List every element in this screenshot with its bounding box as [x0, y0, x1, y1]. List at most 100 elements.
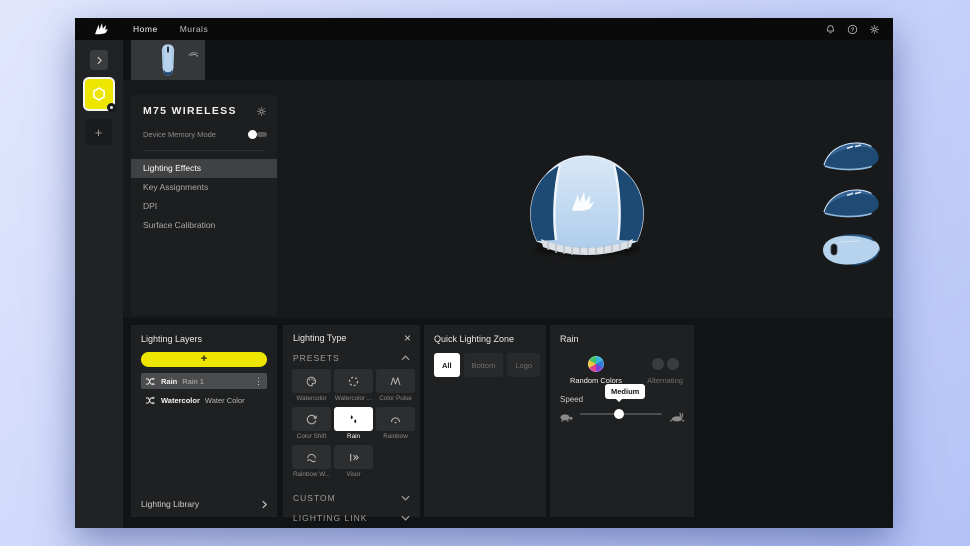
speed-value-tooltip: Medium — [605, 384, 645, 399]
view-thumbnail-1-mouse-side-view[interactable] — [821, 186, 881, 220]
preset-tile-rain[interactable] — [334, 407, 373, 431]
slider-track[interactable] — [580, 413, 662, 415]
device-settings-gear-icon[interactable] — [256, 106, 267, 117]
add-layer-button[interactable]: + — [141, 352, 267, 367]
speed-slider[interactable] — [558, 408, 686, 420]
device-card-m75[interactable] — [131, 40, 205, 80]
device-menu-item-key-assignments[interactable]: Key Assignments — [131, 178, 277, 197]
presets-label: PRESETS — [293, 353, 340, 363]
device-menu: Lighting EffectsKey AssignmentsDPISurfac… — [131, 159, 277, 235]
preset-cell-visor: Visor — [334, 445, 373, 483]
lighting-library-link[interactable]: Lighting Library — [141, 499, 267, 509]
corsair-logo-icon[interactable] — [94, 22, 110, 37]
preset-label: Rainbow W... — [292, 469, 331, 481]
close-icon[interactable]: × — [404, 333, 411, 343]
profile-status-badge — [107, 103, 116, 112]
quick-zone-title: Quick Lighting Zone — [424, 325, 546, 344]
zone-button-all[interactable]: All — [434, 353, 460, 377]
rain-color-options: Random Colors Alternating — [550, 356, 694, 385]
preset-tile-rainbow-w[interactable] — [292, 445, 331, 469]
preset-cell-rainbow-w: Rainbow W... — [292, 445, 331, 483]
topbar-actions: ? — [825, 18, 880, 40]
custom-label: CUSTOM — [293, 493, 336, 503]
preset-label: Watercolor ... — [334, 393, 373, 405]
lighting-type-panel: Lighting Type × PRESETS WatercolorWaterc… — [283, 325, 420, 517]
device-render-m75-rear[interactable] — [512, 148, 662, 264]
preset-cell-watercolor: Watercolor ... — [334, 369, 373, 407]
preset-tile-color-pulse[interactable] — [376, 369, 415, 393]
device-memory-mode-toggle[interactable] — [248, 130, 267, 139]
layer-name-label: Rain 1 — [182, 377, 204, 386]
presets-section-header[interactable]: PRESETS — [293, 353, 410, 363]
layer-row-rain[interactable]: Rain Rain 1 ⋮ — [141, 373, 267, 389]
turtle-icon — [558, 409, 574, 419]
device-menu-item-lighting-effects[interactable]: Lighting Effects — [131, 159, 277, 178]
nav-item-murals[interactable]: Murals — [169, 18, 220, 40]
chevron-up-icon — [401, 355, 410, 361]
chevron-down-icon — [401, 495, 410, 501]
preset-grid: WatercolorWatercolor ...Color Pulse Color… — [292, 369, 420, 483]
preset-tile-watercolor[interactable] — [292, 369, 331, 393]
layer-row-watercolor[interactable]: WatercolorWater Color — [141, 392, 267, 408]
bell-icon[interactable] — [825, 24, 836, 35]
lighting-library-label: Lighting Library — [141, 499, 199, 509]
kebab-menu-icon[interactable]: ⋮ — [254, 377, 263, 386]
preset-cell-watercolor: Watercolor — [292, 369, 331, 407]
zone-button-logo[interactable]: Logo — [507, 353, 540, 377]
icue-window: HomeMurals ? + — [75, 18, 893, 528]
slider-knob[interactable] — [614, 409, 624, 419]
rain-option-alternating[interactable]: Alternating — [638, 356, 692, 385]
preset-cell-color-pulse: Color Pulse — [376, 369, 415, 407]
device-panel: M75 WIRELESS Device Memory Mode Lighting… — [131, 95, 277, 315]
gear-icon[interactable] — [869, 24, 880, 35]
lighting-link-section-header[interactable]: LIGHTING LINK — [293, 513, 410, 523]
add-profile-button[interactable]: + — [85, 119, 112, 145]
zone-buttons: AllBottomLogo — [434, 353, 546, 377]
layer-effect-label: Rain — [161, 377, 177, 386]
preset-tile-color-shift[interactable] — [292, 407, 331, 431]
device-menu-item-dpi[interactable]: DPI — [131, 197, 277, 216]
shuffle-icon — [145, 395, 156, 406]
layers-list: Rain Rain 1 ⋮ WatercolorWater Color — [131, 373, 277, 408]
preset-tile-rainbow[interactable] — [376, 407, 415, 431]
lighting-layers-panel: Lighting Layers + Rain Rain 1 ⋮ WatercolorW… — [131, 325, 277, 517]
hexagon-profile-icon — [90, 85, 108, 103]
preset-label: Rainbow — [376, 431, 415, 443]
lighting-layers-title: Lighting Layers — [131, 325, 277, 344]
nav-item-home[interactable]: Home — [122, 18, 169, 40]
view-thumbnail-2-mouse-top-view[interactable] — [819, 230, 883, 270]
layer-name-label: Water Color — [205, 396, 245, 405]
preset-cell-rain: Rain — [334, 407, 373, 445]
color-wheel-icon — [588, 356, 604, 372]
help-icon[interactable]: ? — [847, 24, 858, 35]
bottom-band: Lighting Layers + RainRain 1⋮WatercolorW… — [123, 318, 893, 528]
wireless-signal-icon — [187, 44, 200, 53]
preset-tile-visor[interactable] — [334, 445, 373, 469]
rain-option-label: Alternating — [647, 376, 683, 385]
speed-label: Speed — [560, 395, 583, 404]
chevron-down-icon — [401, 515, 410, 521]
alternating-icon — [652, 356, 679, 372]
preset-tile-watercolor[interactable] — [334, 369, 373, 393]
preset-label: Visor — [334, 469, 373, 481]
profile-sidebar: + — [75, 40, 123, 528]
zone-button-bottom[interactable]: Bottom — [464, 353, 504, 377]
lighting-type-title: Lighting Type — [293, 333, 346, 343]
preset-cell-color-shift: Color Shift — [292, 407, 331, 445]
rain-option-random-colors[interactable]: Random Colors — [564, 356, 628, 385]
preset-label: Watercolor — [292, 393, 331, 405]
device-memory-mode-label: Device Memory Mode — [143, 130, 216, 139]
view-thumbnail-0-mouse-side-view[interactable] — [821, 139, 881, 173]
preset-label: Rain — [334, 431, 373, 443]
topbar: HomeMurals ? — [75, 18, 893, 40]
custom-section-header[interactable]: CUSTOM — [293, 493, 410, 503]
svg-text:?: ? — [851, 27, 855, 33]
quick-lighting-zone-panel: Quick Lighting Zone AllBottomLogo — [424, 325, 546, 517]
rabbit-icon — [668, 409, 686, 419]
active-profile-button[interactable] — [83, 77, 115, 111]
sidebar-expand-button[interactable] — [90, 50, 108, 70]
device-menu-item-surface-calibration[interactable]: Surface Calibration — [131, 216, 277, 235]
chevron-right-icon — [262, 500, 267, 509]
preset-cell-rainbow: Rainbow — [376, 407, 415, 445]
top-navigation: HomeMurals — [122, 18, 219, 40]
